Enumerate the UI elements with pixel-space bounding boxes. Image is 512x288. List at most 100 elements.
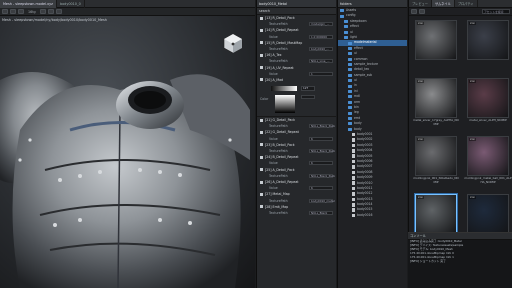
color-input[interactable] [301, 95, 315, 100]
property-value-input[interactable]: model/grn_... [309, 22, 333, 27]
folder-icon [344, 36, 348, 40]
texture-preview[interactable]: icon [467, 20, 509, 60]
folder-icon [344, 25, 348, 29]
file-icon [352, 176, 355, 180]
property-value-input[interactable]: body0010_metal [309, 198, 334, 203]
property-value-input[interactable]: NULL_Black_Pack [309, 124, 335, 129]
thumbnail-toolbar: アセットを検索 [409, 8, 512, 16]
thumbnail-caption: metal_silver_ALPH_NOMIP [469, 118, 507, 122]
property-value-input[interactable]: body0010_... [309, 47, 333, 52]
property-toggle-icon[interactable] [260, 118, 263, 122]
thumbnail-caption: metal_silver_17grey_ALPHA_NOMIP [413, 118, 459, 126]
folder-icon [348, 127, 352, 131]
property-value-input[interactable]: NULL_Black_Pack [309, 173, 335, 178]
texture-preview[interactable]: icon [415, 20, 457, 60]
move-tool-button[interactable] [2, 9, 8, 14]
folder-icon [340, 14, 344, 18]
folder-icon [348, 111, 352, 115]
property-toggle-icon[interactable] [260, 78, 263, 82]
property-value-input[interactable]: NULL_Black_Pack [309, 149, 335, 154]
light-toggle-button[interactable] [47, 9, 54, 14]
property-value-input[interactable]: NULL_Black [309, 210, 333, 215]
texture-preview[interactable]: icon [467, 136, 509, 176]
asset-search-input[interactable]: アセットを検索 [482, 9, 510, 14]
forward-button[interactable] [419, 9, 425, 14]
texture-preview[interactable]: icon [467, 194, 509, 234]
folder-icon [348, 73, 352, 77]
thumbnail-badge: icon [469, 138, 476, 141]
property-value-input[interactable]: 1.0 000000 [309, 34, 333, 39]
tab-properties[interactable]: プロパティ [455, 0, 478, 7]
armor-model[interactable] [0, 20, 255, 288]
property-field[interactable]: TexturePath NULL_Black [257, 210, 336, 216]
property-toggle-icon[interactable] [260, 155, 263, 159]
file-icon [352, 186, 355, 191]
folder-icon [348, 100, 352, 104]
file-icon [352, 197, 355, 202]
texture-preview[interactable]: icon [415, 78, 457, 118]
back-button[interactable] [411, 9, 417, 14]
property-toggle-icon[interactable] [260, 143, 263, 147]
property-toggle-icon[interactable] [260, 180, 263, 184]
console-line: [INFO] ショートカット 完了 [410, 258, 446, 263]
folder-icon [348, 106, 352, 110]
color-swatch[interactable] [275, 95, 295, 114]
property-value-input[interactable]: 1 [309, 71, 333, 76]
folder-icon [348, 122, 352, 126]
thumbnail-badge: icon [469, 22, 476, 25]
property-toggle-icon[interactable] [260, 192, 263, 196]
asset-thumbnail[interactable]: icon moldingpnk_001_NOalbedo_NOMIP [412, 136, 460, 192]
property-value-input[interactable]: 6 [309, 136, 333, 141]
texture-preview[interactable]: icon [415, 194, 457, 234]
orientation-gizmo-icon[interactable] [222, 32, 244, 54]
thumbnail-caption: moldingpnk_001_NOalbedo_NOMIP [413, 176, 459, 184]
folder-icon [344, 30, 348, 34]
property-toggle-icon[interactable] [260, 41, 263, 45]
property-toggle-icon[interactable] [260, 131, 263, 135]
color-picker[interactable]: 127 Color [257, 83, 336, 118]
folder-icon [340, 9, 344, 13]
color-value[interactable]: 127 [301, 86, 315, 92]
viewport-tab-1[interactable]: body0010_0 [57, 0, 85, 8]
tab-thumbnail[interactable]: サムネイル [431, 0, 455, 7]
property-toggle-icon[interactable] [260, 66, 263, 70]
property-value-input[interactable]: 6 [309, 161, 333, 166]
tree-file-item[interactable]: body0016 [338, 213, 407, 218]
thumbnail-badge: icon [417, 22, 424, 25]
color-gradient-bar[interactable] [271, 86, 297, 92]
asset-thumbnail[interactable]: icon metal_silver_ALPH_NOMIP [464, 78, 512, 134]
property-toggle-icon[interactable] [260, 168, 263, 172]
property-toggle-icon[interactable] [260, 205, 263, 209]
viewport-tabs: Mesh - sleepstown.model.xyz body0010_0 [0, 0, 255, 8]
console-panel: コンソール [INFO] 読み込み完了: body0010_Metal [INFO… [408, 232, 512, 288]
file-icon [352, 203, 355, 207]
properties-search[interactable]: search [257, 8, 336, 15]
3d-viewport[interactable]: Mesh - sleepstown.model.xyz body0010_0 16… [0, 0, 255, 288]
texture-preview[interactable]: icon [415, 136, 457, 176]
property-value-input[interactable]: 6 [309, 186, 333, 191]
tab-preview[interactable]: プレビュー [409, 0, 432, 7]
asset-thumbnail[interactable]: icon moldingpnk_metal_ball_001_ALPHA_NOMI… [464, 136, 512, 192]
asset-folder-tree: folders Assets config sleepdown effect ui lig… [337, 0, 407, 288]
file-icon [352, 143, 355, 148]
viewport-toolbar: 16tg [0, 8, 255, 16]
toolbar-label: 16tg [28, 9, 36, 14]
property-toggle-icon[interactable] [260, 28, 263, 32]
folder-icon [348, 52, 352, 56]
property-toggle-icon[interactable] [260, 53, 263, 57]
camera-button[interactable] [55, 9, 62, 14]
asset-thumbnail[interactable]: icon [412, 20, 460, 76]
grid-toggle-button[interactable] [39, 9, 46, 14]
asset-thumbnail[interactable]: icon [464, 20, 512, 76]
thumbnail-badge: icon [417, 80, 424, 83]
file-icon [352, 170, 355, 175]
scale-tool-button[interactable] [18, 9, 24, 14]
rotate-tool-button[interactable] [10, 9, 16, 14]
property-value-input[interactable]: NULL_Line_... [309, 59, 333, 64]
asset-thumbnail[interactable]: icon metal_silver_17grey_ALPHA_NOMIP [412, 78, 460, 134]
folder-icon [348, 57, 352, 61]
texture-preview[interactable]: icon [467, 78, 509, 118]
viewport-tab-0[interactable]: Mesh - sleepstown.model.xyz [0, 0, 57, 8]
property-toggle-icon[interactable] [260, 16, 263, 20]
folder-icon [348, 68, 352, 72]
